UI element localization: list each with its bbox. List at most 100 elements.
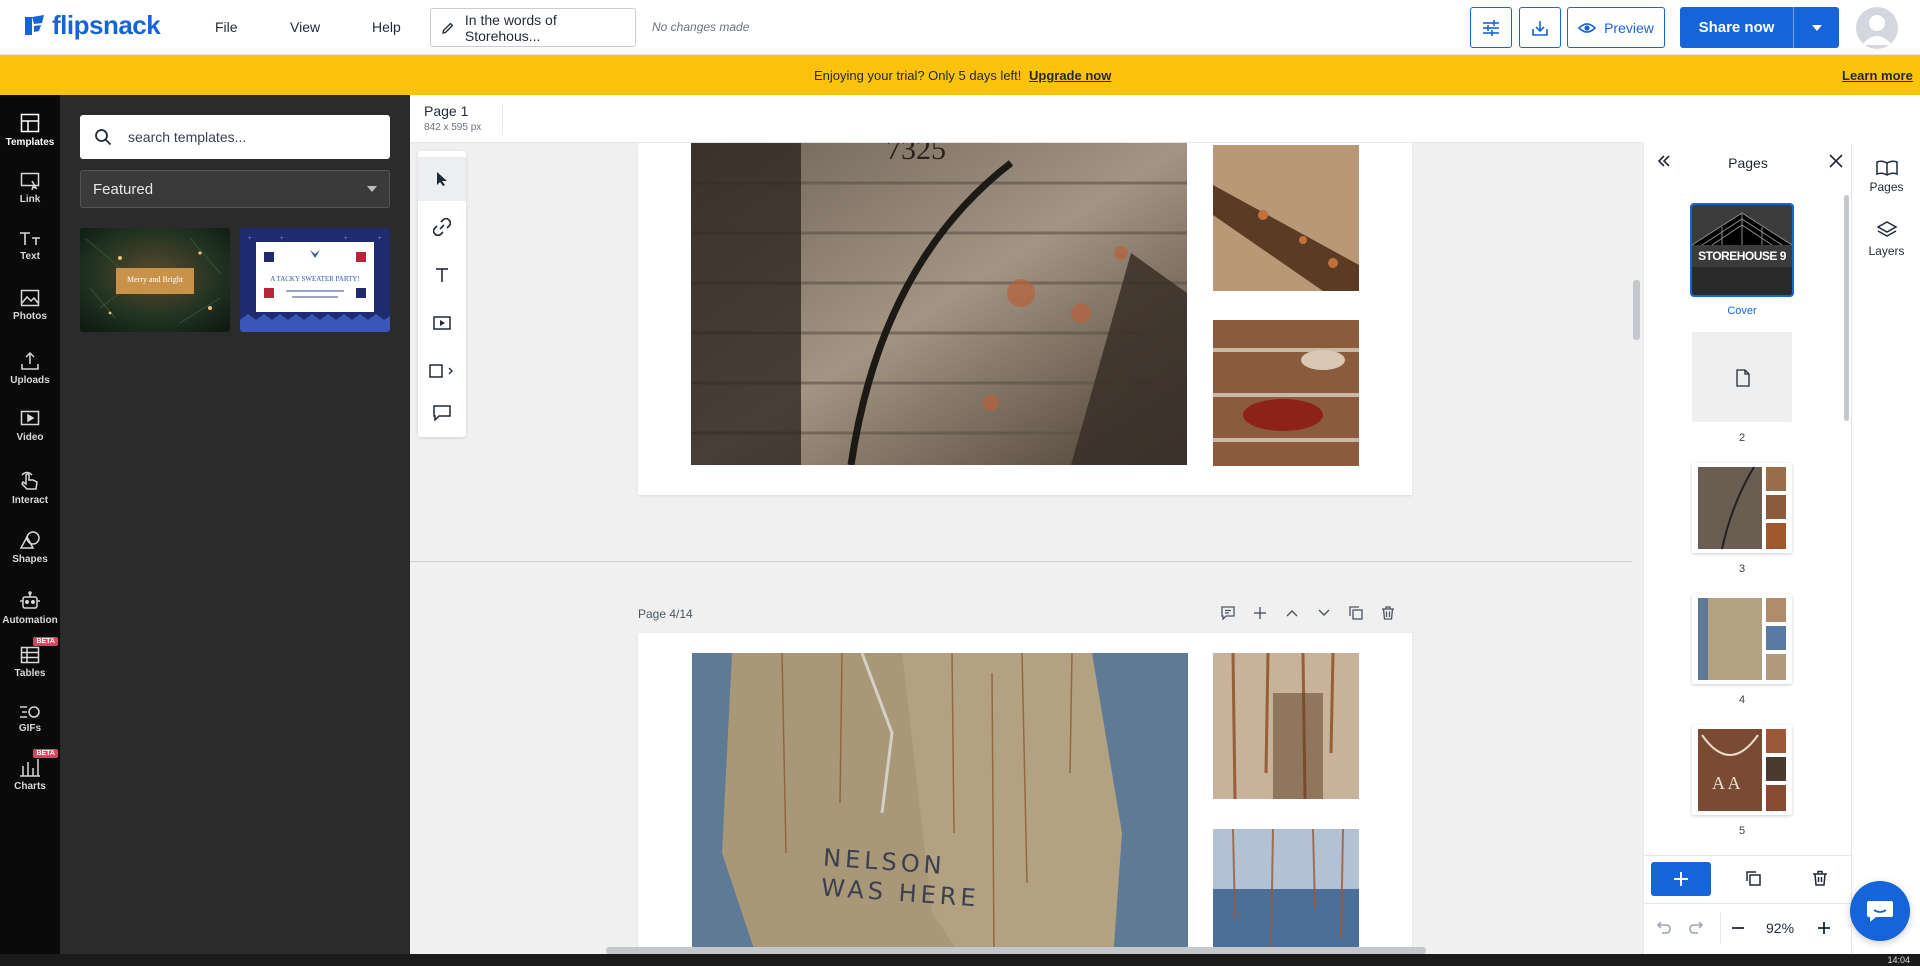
thumbnail-image xyxy=(1692,594,1792,684)
rail-item-automation[interactable]: Automation xyxy=(0,581,60,635)
rail-item-video[interactable]: Video xyxy=(0,399,60,453)
nelson-wall-photo[interactable]: NELSON WAS HERE xyxy=(692,653,1188,966)
rail-item-templates[interactable]: Templates xyxy=(0,103,60,157)
page-thumbnail-cover[interactable]: STOREHOUSE 9 Cover xyxy=(1690,203,1794,317)
rail-item-tables[interactable]: BETA Tables xyxy=(0,635,60,689)
page-thumbnail-3[interactable]: 3 xyxy=(1692,463,1792,575)
template-search-input[interactable] xyxy=(128,129,358,145)
thumbnail-label: 5 xyxy=(1738,825,1746,837)
divider xyxy=(502,103,503,135)
template-thumbnail-sweater[interactable]: + + + + A TACKY SWEATER PARTY! xyxy=(240,228,390,332)
upgrade-link[interactable]: Upgrade now xyxy=(1029,68,1111,83)
menu-help[interactable]: Help xyxy=(372,19,401,35)
add-page-button[interactable] xyxy=(1651,862,1711,896)
download-button[interactable] xyxy=(1519,7,1561,48)
preview-button[interactable]: Preview xyxy=(1567,7,1665,48)
page-thumbnail-5[interactable]: A A 5 xyxy=(1692,725,1792,837)
flipsnack-logo[interactable]: flipsnack xyxy=(22,10,161,41)
top-bar: flipsnack File View Help In the words of… xyxy=(0,0,1920,55)
chevron-up-icon xyxy=(1286,610,1298,617)
rust-drip-photo[interactable] xyxy=(1213,653,1359,799)
thumbnail-label: Cover xyxy=(1727,305,1757,317)
right-rail-label: Layers xyxy=(1868,244,1905,258)
blue-rust-photo[interactable] xyxy=(1213,829,1359,966)
rust-texture-image xyxy=(1213,320,1359,466)
text-icon xyxy=(20,231,40,245)
page-sheet-3[interactable]: 7325 xyxy=(638,143,1412,495)
delete-page-button[interactable] xyxy=(1378,603,1398,623)
add-page-inline-button[interactable] xyxy=(1250,603,1270,623)
template-search-box[interactable] xyxy=(80,115,390,159)
page-5-preview: A A xyxy=(1692,725,1792,815)
move-page-down-button[interactable] xyxy=(1314,603,1334,623)
zoom-out-button[interactable] xyxy=(1730,920,1746,941)
rail-item-photos[interactable]: Photos xyxy=(0,278,60,332)
delete-page-footer-button[interactable] xyxy=(1812,870,1828,891)
pages-scrollbar[interactable] xyxy=(1844,195,1849,421)
comment-tool-button[interactable] xyxy=(418,391,466,435)
page-thumbnail-2[interactable]: 2 xyxy=(1692,332,1792,444)
caret-down-icon xyxy=(1811,24,1822,31)
link-tool-button[interactable] xyxy=(418,205,466,249)
collapse-panel-button[interactable] xyxy=(1656,153,1672,174)
text-tool-button[interactable] xyxy=(418,253,466,297)
right-rail-pages[interactable]: Pages xyxy=(1852,149,1920,205)
cursor-icon xyxy=(437,172,447,186)
share-button[interactable]: Share now xyxy=(1680,7,1839,48)
chevron-down-icon xyxy=(1318,609,1330,616)
template-caption: Merry and Bright xyxy=(127,275,183,284)
graffiti-text: NELSON WAS HERE xyxy=(820,843,981,913)
template-thumbnail-merry[interactable]: Merry and Bright xyxy=(80,228,230,332)
learn-more-link[interactable]: Learn more xyxy=(1842,68,1913,83)
rail-item-link[interactable]: Link xyxy=(0,161,60,215)
sliders-icon xyxy=(1483,19,1499,36)
logo-text: flipsnack xyxy=(52,10,161,40)
close-panel-button[interactable] xyxy=(1828,153,1844,174)
user-avatar[interactable] xyxy=(1856,7,1898,49)
plus-icon xyxy=(1254,607,1266,619)
rusty-branch-photo[interactable] xyxy=(1213,145,1359,291)
duplicate-page-footer-button[interactable] xyxy=(1745,870,1761,891)
page-sheet-4[interactable]: NELSON WAS HERE xyxy=(638,633,1412,966)
menu-view[interactable]: View xyxy=(290,19,320,35)
templates-icon xyxy=(20,113,40,132)
support-chat-button[interactable] xyxy=(1850,881,1910,941)
video-icon xyxy=(20,410,40,425)
video-tool-button[interactable] xyxy=(418,301,466,345)
brick-wall-photo[interactable]: 7325 xyxy=(691,143,1187,465)
menu-file[interactable]: File xyxy=(215,19,238,35)
share-dropdown-button[interactable] xyxy=(1794,24,1839,31)
rust-texture-photo[interactable] xyxy=(1213,320,1359,466)
current-page-label: Page 4/14 xyxy=(638,607,693,621)
rail-item-charts[interactable]: BETA Charts xyxy=(0,747,60,801)
template-category-select[interactable]: Featured xyxy=(80,170,390,208)
beta-badge: BETA xyxy=(33,749,58,758)
svg-text:7325: 7325 xyxy=(886,143,946,166)
document-title-field[interactable]: In the words of Storehous... xyxy=(430,8,636,47)
trash-icon xyxy=(1813,870,1827,886)
undo-button[interactable] xyxy=(1656,920,1672,941)
rail-item-uploads[interactable]: Uploads xyxy=(0,341,60,395)
redo-button[interactable] xyxy=(1688,920,1704,941)
horizontal-scrollbar[interactable] xyxy=(606,947,1426,954)
comment-page-button[interactable] xyxy=(1218,603,1238,623)
select-tool-button[interactable] xyxy=(418,157,466,201)
rail-item-gifs[interactable]: GIFs xyxy=(0,692,60,746)
templates-panel: Featured Merry and Bright xyxy=(60,95,410,966)
rail-item-shapes[interactable]: Shapes xyxy=(0,520,60,574)
pages-panel: Pages STOREHOUSE 9 Cover 2 3 4 A A 5 92% xyxy=(1643,143,1852,966)
shape-tool-button[interactable] xyxy=(418,349,466,393)
page-separator xyxy=(410,561,1632,562)
vertical-scrollbar[interactable] xyxy=(1633,280,1640,340)
zoom-level[interactable]: 92% xyxy=(1766,920,1794,936)
page-thumbnail-4[interactable]: 4 xyxy=(1692,594,1792,706)
preview-label: Preview xyxy=(1604,19,1654,36)
right-rail-layers[interactable]: Layers xyxy=(1852,211,1920,267)
zoom-in-button[interactable] xyxy=(1816,920,1832,941)
duplicate-page-button[interactable] xyxy=(1346,603,1366,623)
rail-item-interact[interactable]: Interact xyxy=(0,461,60,515)
editor-canvas[interactable]: Page 1 842 x 595 px 7325 Page 4/14 NELSO… xyxy=(410,95,1643,966)
move-page-up-button[interactable] xyxy=(1282,603,1302,623)
settings-button[interactable] xyxy=(1470,7,1512,48)
rail-item-text[interactable]: Text xyxy=(0,219,60,273)
